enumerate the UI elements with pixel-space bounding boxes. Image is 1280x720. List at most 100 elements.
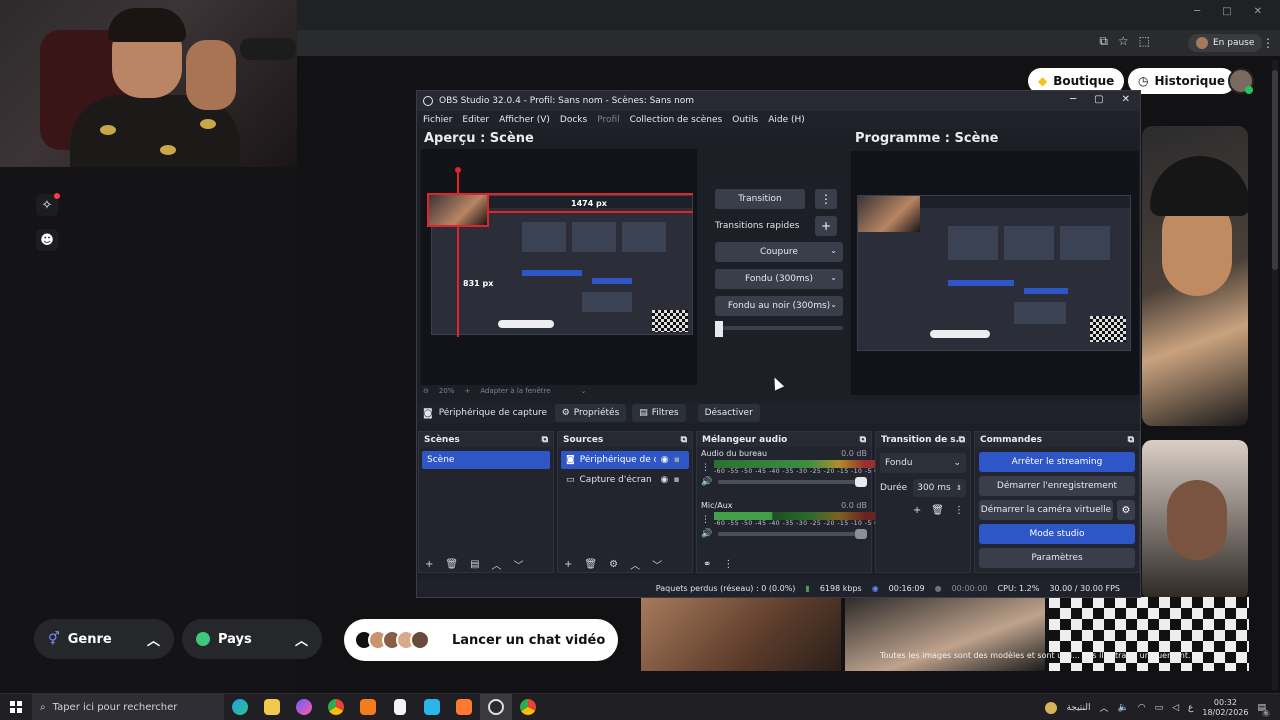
menu-editer[interactable]: Editer <box>462 115 489 125</box>
undock-icon[interactable]: ⧉ <box>1128 435 1134 445</box>
menu-profil[interactable]: Profil <box>597 115 619 125</box>
volume-handle[interactable] <box>855 529 867 539</box>
zoom-out-icon[interactable]: ⊖ <box>423 387 429 395</box>
close-icon[interactable]: ✕ <box>1254 6 1262 17</box>
eye-icon[interactable]: ◉ <box>661 455 669 465</box>
preview-canvas[interactable]: 1474 px 831 px <box>421 149 697 385</box>
deactivate-button[interactable]: Désactiver <box>697 404 760 422</box>
trash-icon[interactable]: 🗑 <box>931 505 944 516</box>
fit-window-select[interactable]: Adapter à la fenêtre <box>480 387 550 395</box>
app-icon[interactable] <box>416 694 448 720</box>
channel-menu-icon[interactable]: ⋮ <box>701 463 710 473</box>
input-language[interactable]: ع <box>1188 703 1193 713</box>
genre-filter[interactable]: ⚥ Genre ︿ <box>34 619 174 659</box>
trash-icon[interactable]: 🗑 <box>445 559 458 570</box>
wifi-icon[interactable]: ◠ <box>1138 703 1146 713</box>
scene-item[interactable]: Scène <box>422 451 550 469</box>
chrome-app-icon[interactable] <box>512 694 544 720</box>
file-explorer-icon[interactable] <box>256 694 288 720</box>
messenger-app-icon[interactable] <box>288 694 320 720</box>
channel-menu-icon[interactable]: ⋮ <box>701 515 710 525</box>
volume-slider[interactable] <box>718 529 867 539</box>
mixer-menu-icon[interactable]: ⋮ <box>723 559 733 570</box>
notepad-app-icon[interactable] <box>384 694 416 720</box>
arrow-up-icon[interactable]: ︿ <box>630 557 640 572</box>
xampp-app-icon[interactable] <box>352 694 384 720</box>
t-bar-handle[interactable] <box>715 321 723 337</box>
add-quick-transition-button[interactable]: + <box>815 216 837 236</box>
history-button[interactable]: ◷ Historique <box>1128 68 1236 94</box>
clock[interactable]: 00:32 18/02/2026 <box>1202 698 1248 718</box>
emoji-icon[interactable]: ☻ <box>36 229 58 251</box>
taskbar-search[interactable]: ⌕ Taper ici pour rechercher <box>32 693 224 720</box>
volume-handle[interactable] <box>855 477 867 487</box>
selected-webcam-source[interactable] <box>427 193 489 227</box>
quick-transition-coupure[interactable]: Coupure ⌄ <box>715 242 843 262</box>
minimize-icon[interactable]: ─ <box>1070 94 1076 105</box>
close-icon[interactable]: ✕ <box>1122 94 1130 105</box>
chevron-up-icon[interactable]: ︿ <box>1099 701 1108 714</box>
link-icon[interactable]: ⚭ <box>703 559 711 570</box>
undock-icon[interactable]: ⧉ <box>959 435 965 445</box>
menu-outils[interactable]: Outils <box>732 115 758 125</box>
trash-icon[interactable]: 🗑 <box>584 559 597 570</box>
obs-window[interactable]: OBS Studio 32.0.4 - Profil: Sans nom - S… <box>416 90 1141 598</box>
volume-icon[interactable]: ◁ <box>1172 703 1179 713</box>
start-recording-button[interactable]: Démarrer l'enregistrement <box>979 476 1135 496</box>
duration-spinbox[interactable]: 300 ms ⇕ <box>913 479 966 497</box>
obs-titlebar[interactable]: OBS Studio 32.0.4 - Profil: Sans nom - S… <box>417 91 1140 111</box>
undock-icon[interactable]: ⧉ <box>681 435 687 445</box>
monitor-icon[interactable]: ▭ <box>1155 703 1164 713</box>
gear-icon[interactable]: ⚙ <box>609 559 618 570</box>
chrome-app-icon[interactable] <box>320 694 352 720</box>
virtual-camera-settings-button[interactable]: ⚙ <box>1117 500 1135 520</box>
arrow-down-icon[interactable]: ﹀ <box>652 557 662 572</box>
menu-collection[interactable]: Collection de scènes <box>630 115 723 125</box>
filters-button[interactable]: ▤ Filtres <box>632 404 686 422</box>
speaker-icon[interactable]: 🔊 <box>701 529 712 539</box>
launch-video-chat-button[interactable]: Lancer un chat vidéo <box>344 619 618 661</box>
menu-docks[interactable]: Docks <box>560 115 587 125</box>
spinner-arrows-icon[interactable]: ⇕ <box>956 484 962 492</box>
speaker-icon[interactable]: 🔈 <box>1117 703 1128 713</box>
source-item[interactable]: ◙ Périphérique de ca ◉ ▪ <box>561 451 689 469</box>
notification-icon[interactable]: ▤ 6 <box>1257 703 1270 717</box>
arrow-down-icon[interactable]: ﹀ <box>514 557 524 572</box>
country-filter[interactable]: Pays ︿ <box>182 619 322 659</box>
quick-transition-fondu[interactable]: Fondu (300ms) ⌄ <box>715 269 843 289</box>
minimize-icon[interactable]: ─ <box>1194 6 1200 17</box>
add-icon[interactable]: + <box>913 505 921 516</box>
transition-menu-icon[interactable]: ⋮ <box>954 505 964 516</box>
menu-aide[interactable]: Aide (H) <box>768 115 805 125</box>
lock-icon[interactable]: ▪ <box>674 455 680 465</box>
undock-icon[interactable]: ⧉ <box>860 435 866 445</box>
scrollbar[interactable] <box>1272 60 1278 690</box>
bookmark-star-icon[interactable]: ☆ <box>1118 34 1129 49</box>
extensions-icon[interactable]: ⬚ <box>1139 34 1150 49</box>
properties-button[interactable]: ⚙ Propriétés <box>554 404 627 422</box>
virtual-camera-button[interactable]: Démarrer la caméra virtuelle <box>979 500 1113 520</box>
add-icon[interactable]: + <box>425 559 433 570</box>
filter-icon[interactable]: ▤ <box>470 559 479 570</box>
speaker-icon[interactable]: 🔊 <box>701 477 712 487</box>
menu-afficher[interactable]: Afficher (V) <box>499 115 550 125</box>
settings-button[interactable]: Paramètres <box>979 548 1135 568</box>
transition-type-select[interactable]: Fondu ⌄ <box>880 453 966 473</box>
menu-fichier[interactable]: Fichier <box>423 115 452 125</box>
browser-menu-icon[interactable]: ⋮ <box>1262 36 1274 50</box>
maximize-icon[interactable]: □ <box>1222 6 1231 17</box>
quick-transition-fondu-noir[interactable]: Fondu au noir (300ms) ⌄ <box>715 296 843 316</box>
install-app-icon[interactable]: ⧉ <box>1099 34 1108 49</box>
windows-start-icon[interactable] <box>10 701 22 713</box>
profile-pause-pill[interactable]: En pause <box>1188 34 1263 52</box>
stop-streaming-button[interactable]: Arrêter le streaming <box>979 452 1135 472</box>
arrow-up-icon[interactable]: ︿ <box>492 557 502 572</box>
volume-slider[interactable] <box>718 477 867 487</box>
maximize-icon[interactable]: ▢ <box>1094 94 1103 105</box>
obs-app-icon[interactable] <box>480 693 512 720</box>
undock-icon[interactable]: ⧉ <box>542 435 548 445</box>
add-icon[interactable]: + <box>564 559 572 570</box>
edge-app-icon[interactable] <box>224 694 256 720</box>
transition-button[interactable]: Transition <box>715 189 805 209</box>
transition-menu-button[interactable]: ⋮ <box>815 189 837 209</box>
